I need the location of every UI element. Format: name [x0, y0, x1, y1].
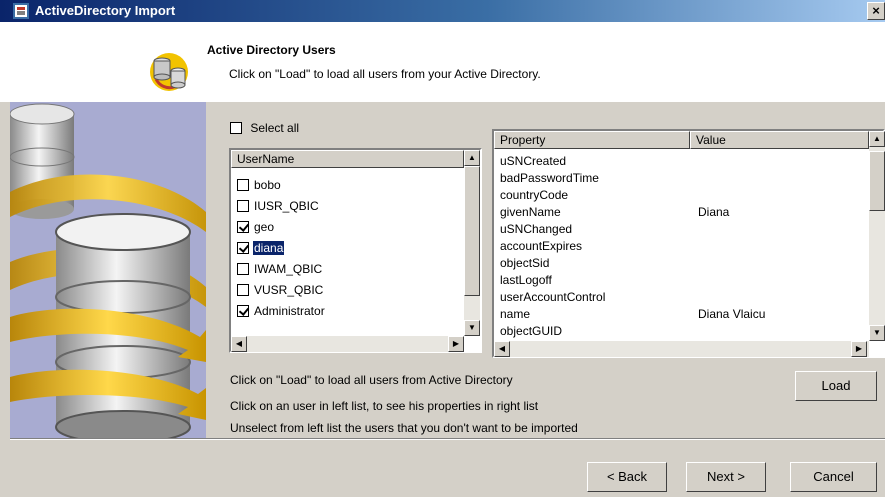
property-name[interactable]: objectGUID — [500, 323, 562, 340]
user-checkbox[interactable] — [237, 200, 249, 212]
user-checkbox[interactable] — [237, 221, 249, 233]
wizard-art-image — [10, 102, 206, 439]
scroll-left-button[interactable]: ◀ — [231, 336, 247, 352]
property-value: Diana — [698, 205, 730, 219]
property-name[interactable]: uSNCreated — [500, 153, 566, 170]
horizontal-scrollbar[interactable]: ◀ ▶ — [231, 336, 464, 352]
wizard-header: Active Directory Users Click on "Load" t… — [0, 22, 885, 102]
property-name[interactable]: lastLogoff — [500, 272, 552, 289]
property-name[interactable]: objectSid — [500, 255, 549, 272]
column-header-value[interactable]: Value — [690, 131, 869, 149]
scroll-thumb[interactable] — [464, 166, 480, 296]
scroll-left-button[interactable]: ◀ — [494, 341, 510, 357]
user-checkbox[interactable] — [237, 305, 249, 317]
select-all-label: Select all — [250, 121, 300, 135]
cancel-button[interactable]: Cancel — [790, 462, 877, 492]
scroll-up-button[interactable]: ▲ — [869, 131, 885, 147]
instruction-line-3: Unselect from left list the users that y… — [230, 421, 578, 435]
list-item[interactable]: Administrator — [237, 302, 326, 320]
load-button[interactable]: Load — [795, 371, 877, 401]
vertical-scrollbar[interactable] — [464, 166, 480, 320]
list-item[interactable]: diana — [237, 239, 286, 257]
property-name[interactable]: userAccountControl — [500, 289, 605, 306]
user-list[interactable]: UserName ▲ ▼ bobo IUSR_QBIC geo diana IW… — [229, 148, 482, 353]
horizontal-scrollbar[interactable]: ◀ ▶ — [494, 341, 869, 357]
page-title: Active Directory Users — [207, 43, 336, 57]
property-name[interactable]: badPasswordTime — [500, 170, 599, 187]
property-name[interactable]: accountExpires — [500, 238, 582, 255]
scroll-right-button[interactable]: ▶ — [448, 336, 464, 352]
next-button[interactable]: Next > — [686, 462, 766, 492]
scroll-thumb[interactable] — [869, 151, 885, 211]
vertical-scrollbar[interactable] — [869, 147, 885, 325]
user-checkbox[interactable] — [237, 242, 249, 254]
column-header-property[interactable]: Property — [494, 131, 690, 149]
select-all-box[interactable] — [230, 122, 242, 134]
instruction-line-2: Click on an user in left list, to see hi… — [230, 399, 539, 413]
user-checkbox[interactable] — [237, 179, 249, 191]
scroll-down-button[interactable]: ▼ — [464, 320, 480, 336]
title-bar: ActiveDirectory Import × — [0, 0, 885, 22]
user-checkbox[interactable] — [237, 284, 249, 296]
footer-divider — [10, 438, 885, 440]
list-item[interactable]: IWAM_QBIC — [237, 260, 323, 278]
list-item[interactable]: bobo — [237, 176, 282, 194]
select-all-checkbox[interactable]: Select all — [230, 121, 299, 135]
scroll-down-button[interactable]: ▼ — [869, 325, 885, 341]
database-wizard-art — [10, 102, 206, 439]
page-subtitle: Click on "Load" to load all users from y… — [229, 67, 541, 81]
list-item[interactable]: geo — [237, 218, 275, 236]
user-checkbox[interactable] — [237, 263, 249, 275]
property-name[interactable]: givenName — [500, 204, 561, 221]
scroll-right-button[interactable]: ▶ — [851, 341, 867, 357]
property-name[interactable]: countryCode — [500, 187, 568, 204]
property-list[interactable]: Property Value ▲ ▼ uSNCreated badPasswor… — [492, 129, 885, 358]
window-title: ActiveDirectory Import — [35, 3, 176, 18]
property-value: Diana Vlaicu — [698, 307, 766, 321]
database-import-icon — [13, 3, 29, 19]
close-icon: × — [872, 3, 880, 18]
instruction-line-1: Click on "Load" to load all users from A… — [230, 373, 513, 387]
scroll-up-button[interactable]: ▲ — [464, 150, 480, 166]
close-button[interactable]: × — [867, 2, 885, 20]
list-item[interactable]: IUSR_QBIC — [237, 197, 320, 215]
column-header-username[interactable]: UserName — [231, 150, 464, 168]
property-name[interactable]: name — [500, 306, 530, 323]
database-sync-icon — [150, 53, 188, 91]
list-item[interactable]: VUSR_QBIC — [237, 281, 324, 299]
back-button[interactable]: < Back — [587, 462, 667, 492]
property-name[interactable]: uSNChanged — [500, 221, 572, 238]
